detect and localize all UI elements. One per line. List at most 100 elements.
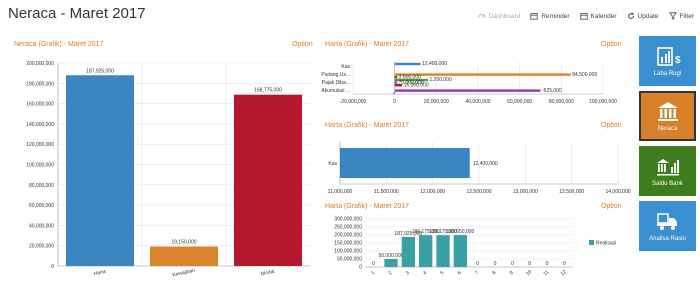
harta-chart-1-option-link[interactable]: Option: [601, 41, 622, 48]
x-tick-label: Modal: [261, 269, 276, 278]
kalender-button[interactable]: Kalender: [579, 12, 617, 20]
x-tick-label: 10: [525, 269, 533, 277]
bar: [394, 81, 398, 84]
bar-value-label: 0: [546, 261, 549, 267]
x-tick-label: 11,500,000: [374, 189, 399, 195]
harta-chart-3-title: Harta (Grafik) - Maret 2017: [325, 203, 410, 210]
bar-value-label: 19,150,000: [171, 240, 196, 246]
tile-saldo-bank[interactable]: Saldo Bank: [639, 146, 696, 196]
bar-value-label: 70,000,000: [399, 80, 424, 86]
x-tick-label: 4: [422, 270, 428, 277]
y-tick-label: 160,000,000: [26, 102, 54, 108]
page-title: Neraca - Maret 2017: [8, 5, 146, 22]
bar-value-label: 0: [476, 261, 479, 267]
bar-value-label: 12,400,000: [422, 61, 447, 67]
reminder-label: Reminder: [541, 12, 570, 20]
x-tick-label: 7: [474, 270, 480, 277]
filter-label: Filter: [679, 12, 694, 20]
filter-button[interactable]: Filter: [668, 12, 694, 20]
update-button[interactable]: Update: [627, 12, 659, 20]
neraca-chart-title: Neraca (Grafik) - Maret 2017: [14, 41, 104, 48]
x-tick-label: 60,000,000: [507, 99, 532, 105]
bar-value-label: 84,500,000: [572, 72, 597, 78]
y-tick-label: 100,000,000: [26, 163, 54, 169]
tile-neraca[interactable]: Neraca: [639, 91, 696, 141]
bank-chart-icon: [656, 159, 679, 176]
bar: [419, 235, 433, 267]
x-tick-label: 3: [405, 270, 411, 277]
dashboard-button[interactable]: Dashboard: [477, 12, 521, 20]
harta-chart-2-option-link[interactable]: Option: [601, 122, 622, 129]
calendar-icon: [530, 13, 538, 20]
x-tick-label: Harta: [93, 269, 106, 277]
x-tick-label: 40,000,000: [465, 99, 490, 105]
harta-chart-1-title: Harta (Grafik) - Maret 2017: [325, 41, 410, 48]
bar: [384, 259, 398, 267]
calendar-icon: [579, 13, 588, 20]
y-tick-label: 0: [51, 264, 54, 270]
y-tick-label: 80,000,000: [29, 183, 54, 189]
x-tick-label: -20,000,000: [340, 99, 367, 105]
x-tick-label: 1: [370, 270, 376, 277]
bar-value-label: 0: [511, 261, 514, 267]
y-tick-label: Akumulasi ...: [321, 88, 350, 94]
x-tick-label: 12: [560, 269, 568, 277]
bar-value-label: 0: [528, 261, 531, 267]
harta-chart-2: 11,000,000 11,500,000 12,000,000 12,500,000…: [325, 135, 631, 195]
toolbar: Dashboard Reminder Kalender Update Filte…: [477, 12, 694, 20]
report-icon: $: [656, 47, 681, 66]
x-tick-label: 0: [393, 99, 396, 105]
bar-value-label: 199,650,000: [446, 229, 474, 235]
bar: [401, 236, 415, 267]
y-tick-label: 250,000,000: [334, 225, 362, 231]
x-tick-label: Kewajiban: [172, 268, 196, 279]
harta-chart-3: 0 50,000,000 100,000,000 150,000,000 200,000…: [325, 214, 625, 280]
y-tick-label: 200,000,000: [26, 61, 54, 67]
tile-analisa-rasio[interactable]: Analisa Rasio: [639, 201, 696, 251]
bar: [394, 73, 571, 76]
refresh-icon: [627, 12, 634, 19]
bar-value-label: 168,775,000: [254, 88, 282, 94]
harta-chart-1: -20,000,000 0 20,000,000 40,000,000 60,000,0…: [321, 53, 625, 110]
x-tick-label: 80,000,000: [549, 99, 574, 105]
y-tick-label: 200,000,000: [334, 233, 362, 239]
y-tick-label: 180,000,000: [26, 81, 54, 87]
x-tick-label: 2: [387, 270, 393, 277]
y-tick-label: 140,000,000: [26, 122, 54, 128]
bar-value-label: 12,400,000: [473, 161, 498, 167]
y-tick-label: 40,000,000: [29, 223, 54, 229]
x-tick-label: 8: [491, 270, 497, 277]
legend-label: Realisasi: [596, 241, 616, 247]
x-tick-label: 12,500,000: [466, 189, 491, 195]
bar: [340, 148, 470, 178]
bar-value-label: 0: [372, 261, 375, 267]
bar: [234, 94, 302, 266]
reminder-button[interactable]: Reminder: [530, 12, 570, 20]
bar-value-label: 0: [563, 261, 566, 267]
tile-label: Neraca: [657, 126, 678, 132]
x-tick-label: 12,000,000: [420, 189, 445, 195]
x-tick-label: 14,000,000: [605, 189, 630, 195]
x-tick-label: 20,000,000: [424, 99, 449, 105]
y-tick-label: Piutang Us...: [321, 72, 350, 78]
y-tick-label: Pajak Diba...: [322, 80, 350, 86]
bar-value-label: -625,000: [542, 88, 562, 94]
tile-label: Laba Rugi: [653, 71, 682, 77]
y-tick-label: 100,000,000: [334, 249, 362, 255]
y-tick-label: 0: [359, 265, 362, 271]
tile-label: Analisa Rasio: [649, 236, 686, 242]
bank-icon: [657, 102, 678, 121]
x-tick-label: 11: [542, 269, 550, 277]
update-label: Update: [637, 12, 659, 20]
x-tick-label: 6: [457, 270, 463, 277]
svg-text:$: $: [675, 55, 681, 66]
dashboard-label: Dashboard: [488, 12, 521, 20]
x-tick-label: 100,000,000: [589, 99, 617, 105]
y-tick-label: 150,000,000: [334, 241, 362, 247]
neraca-option-link[interactable]: Option: [292, 41, 313, 48]
tile-laba-rugi[interactable]: $ Laba Rugi: [639, 36, 696, 86]
harta-chart-3-option-link[interactable]: Option: [601, 203, 622, 210]
y-tick-label: 60,000,000: [29, 203, 54, 209]
bar: [436, 235, 450, 267]
y-tick-label: Kas: [341, 64, 350, 70]
